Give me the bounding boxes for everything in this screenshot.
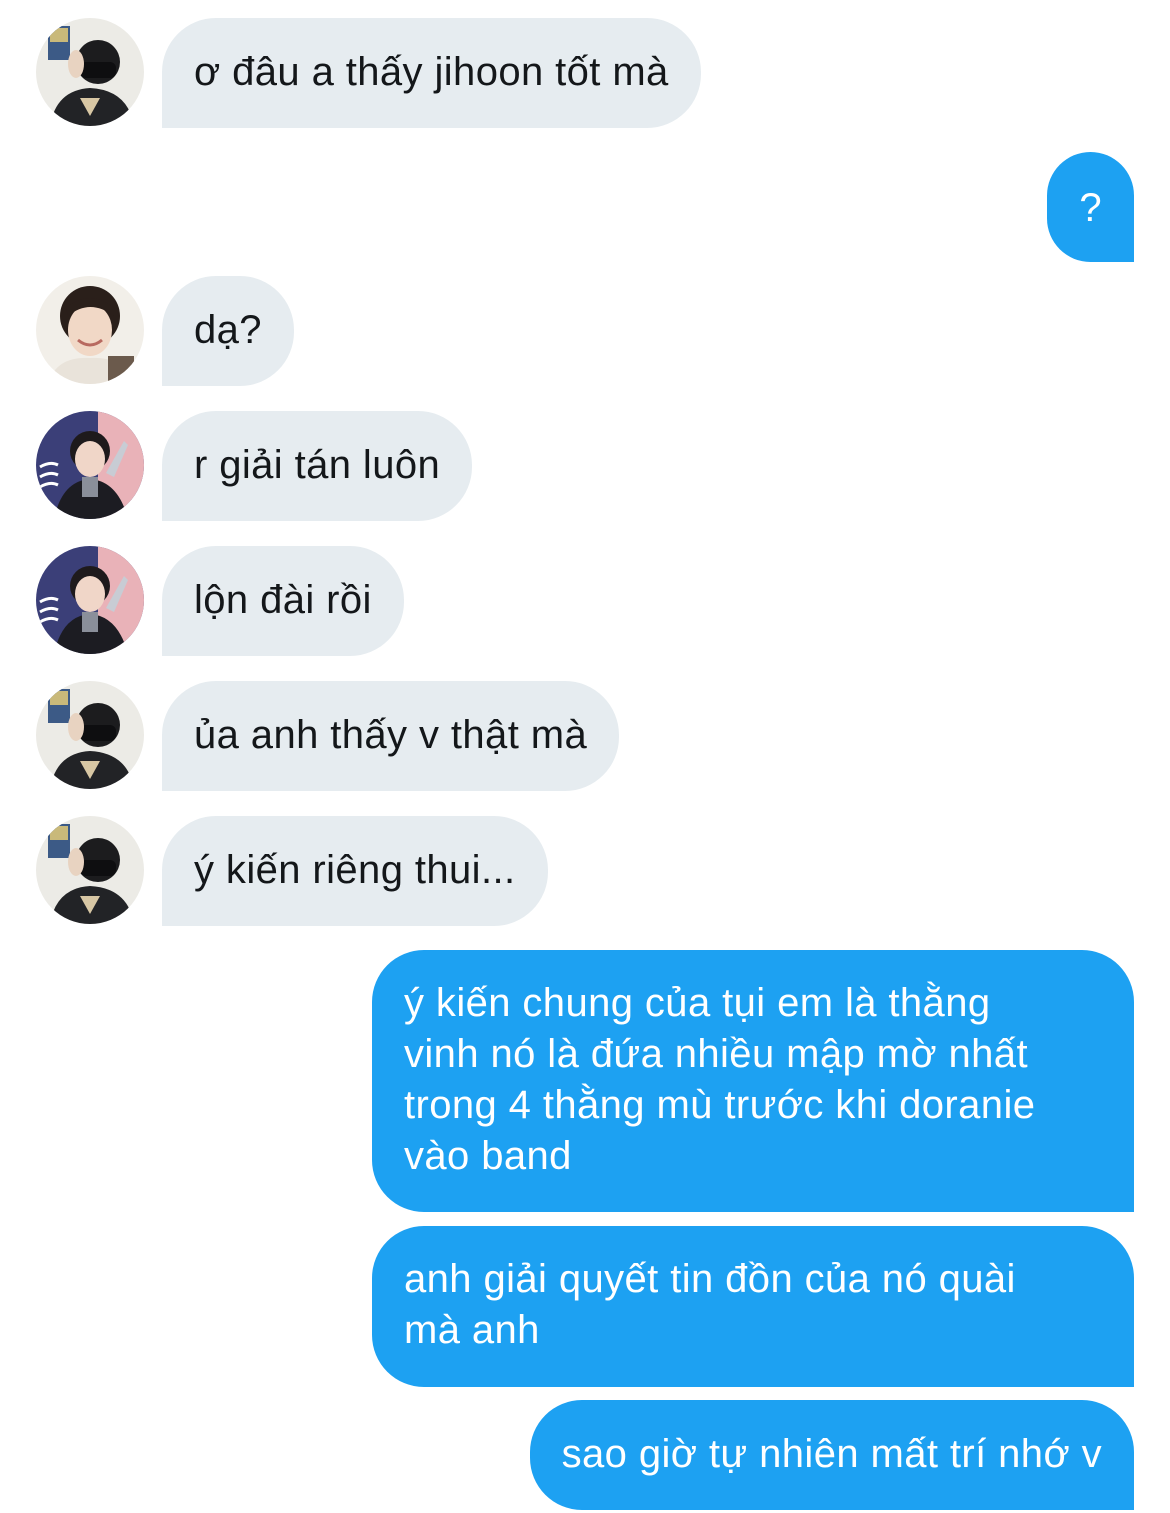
avatar-masked-person[interactable] (36, 681, 144, 789)
message-bubble-received[interactable]: ủa anh thấy v thật mà (162, 681, 620, 791)
message-line: anh giải quyết tin đồn của nó quài (404, 1257, 1016, 1301)
message-text: sao giờ tự nhiên mất trí nhớ v (561, 1432, 1102, 1476)
message-text: ủa anh thấy v thật mà (194, 713, 588, 757)
message-line: mà anh (404, 1308, 540, 1352)
message-bubble-received[interactable]: dạ? (162, 276, 294, 386)
message-text: lộn đài rồi (194, 578, 372, 622)
message-line: trong 4 thằng mù trước khi doranie (404, 1083, 1036, 1127)
message-bubble-sent[interactable]: sao giờ tự nhiên mất trí nhớ v (529, 1400, 1134, 1510)
message-line: ý kiến chung của tụi em là thằng (404, 981, 991, 1025)
message-bubble-sent[interactable]: ý kiến chung của tụi em là thằng vinh nó… (372, 950, 1134, 1212)
message-bubble-received[interactable]: ý kiến riêng thui... (162, 816, 548, 926)
message-text: ý kiến riêng thui... (194, 848, 516, 892)
message-bubble-sent[interactable]: anh giải quyết tin đồn của nó quài mà an… (372, 1226, 1134, 1387)
avatar-smiling-person[interactable] (36, 276, 144, 384)
message-text: r giải tán luôn (194, 443, 441, 487)
message-line: vào band (404, 1134, 572, 1178)
message-line: vinh nó là đứa nhiều mập mờ nhất (404, 1032, 1028, 1076)
avatar-masked-person[interactable] (36, 816, 144, 924)
message-text: dạ? (194, 308, 262, 352)
avatar-trophy-person[interactable] (36, 411, 144, 519)
message-bubble-received[interactable]: lộn đài rồi (162, 546, 404, 656)
message-text: ơ đâu a thấy jihoon tốt mà (194, 50, 669, 94)
avatar-masked-person[interactable] (36, 18, 144, 126)
message-bubble-received[interactable]: r giải tán luôn (162, 411, 473, 521)
message-bubble-sent[interactable]: ? (1047, 152, 1134, 262)
message-text: ? (1079, 186, 1102, 230)
message-bubble-received[interactable]: ơ đâu a thấy jihoon tốt mà (162, 18, 701, 128)
avatar-trophy-person[interactable] (36, 546, 144, 654)
